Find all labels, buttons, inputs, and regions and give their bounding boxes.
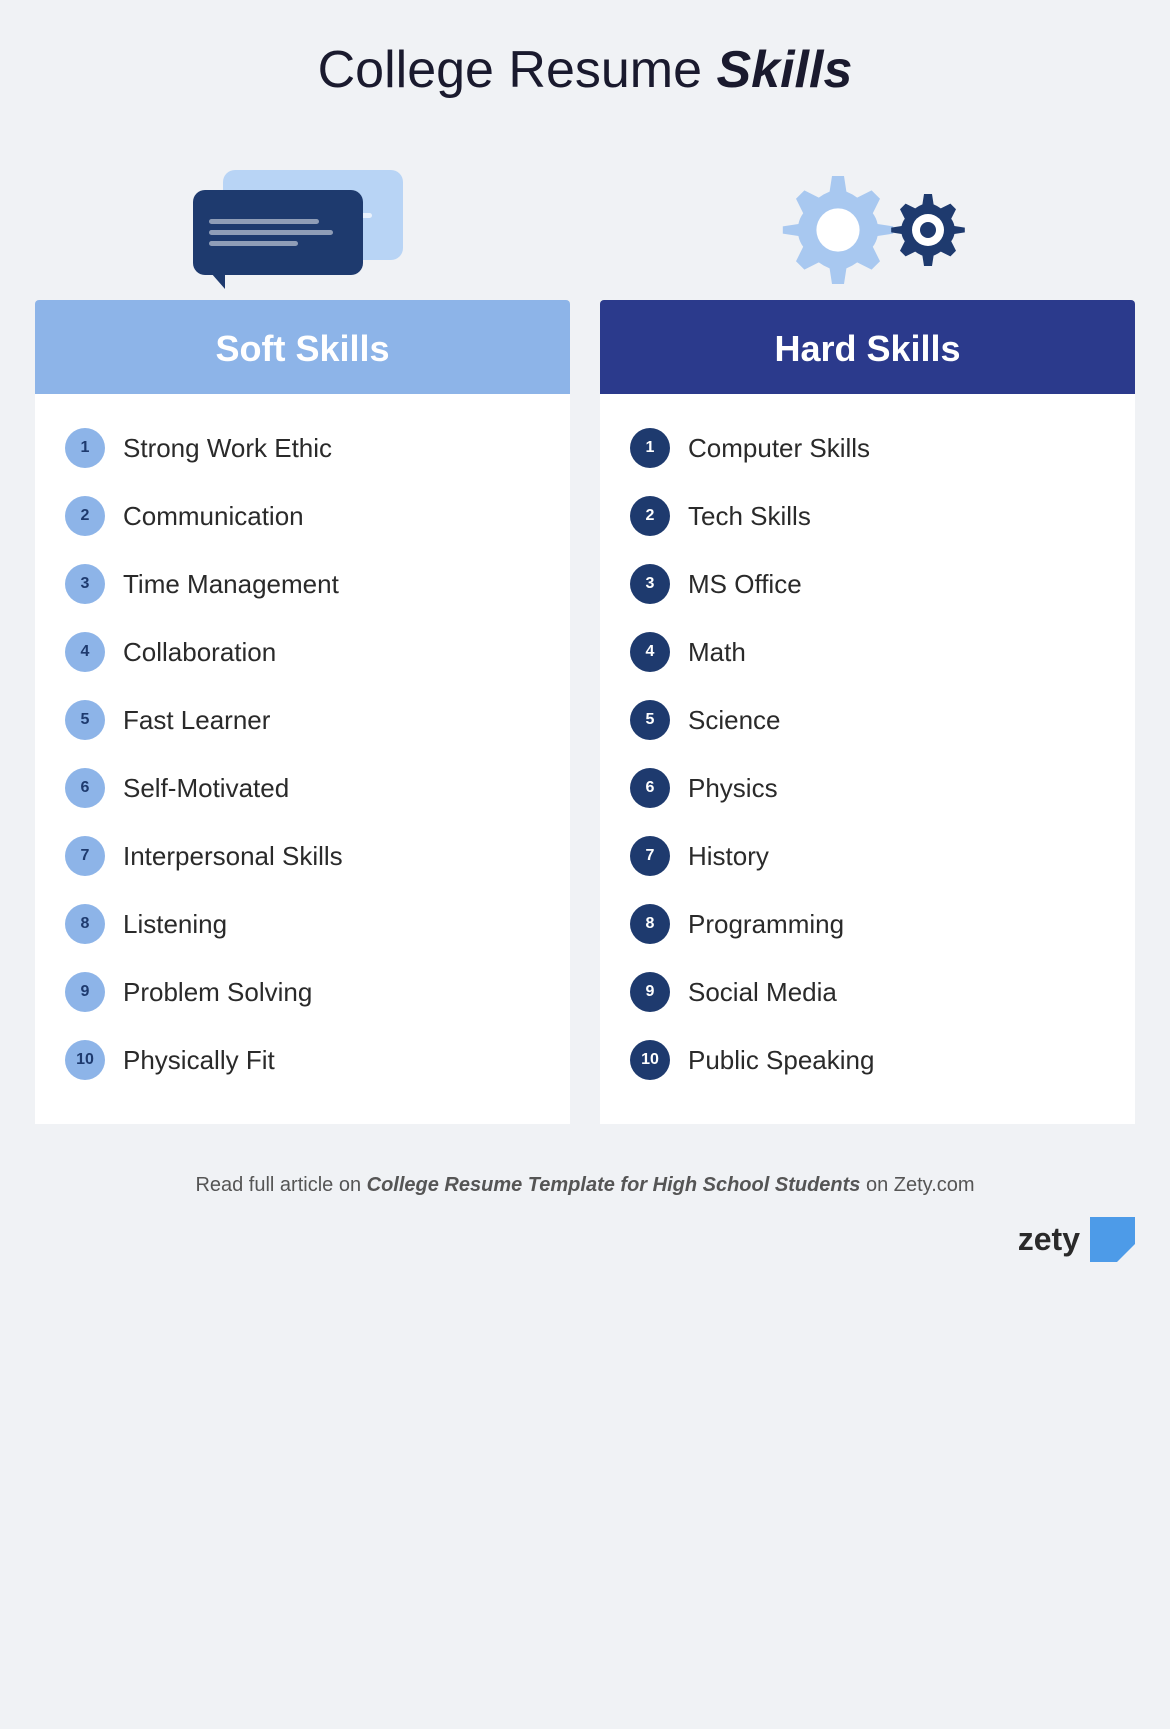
skill-label: History bbox=[688, 841, 769, 872]
gear-big-icon bbox=[778, 170, 898, 290]
zety-logo: zety bbox=[35, 1217, 1135, 1262]
badge-1: 1 bbox=[630, 428, 670, 468]
zety-logo-text: zety bbox=[1018, 1221, 1080, 1258]
skill-label: Communication bbox=[123, 501, 304, 532]
badge-3: 3 bbox=[630, 564, 670, 604]
badge-2: 2 bbox=[630, 496, 670, 536]
soft-skills-header: Soft Skills bbox=[35, 300, 570, 394]
soft-skills-column: Soft Skills 1 Strong Work Ethic 2 Commun… bbox=[35, 140, 570, 1124]
skill-label: Problem Solving bbox=[123, 977, 312, 1008]
skill-label: Computer Skills bbox=[688, 433, 870, 464]
skill-label: Programming bbox=[688, 909, 844, 940]
list-item: 4 Math bbox=[630, 618, 1105, 686]
list-item: 9 Problem Solving bbox=[65, 958, 540, 1026]
skill-label: MS Office bbox=[688, 569, 802, 600]
list-item: 10 Public Speaking bbox=[630, 1026, 1105, 1094]
badge-2: 2 bbox=[65, 496, 105, 536]
hard-skills-icon-area bbox=[600, 140, 1135, 300]
badge-5: 5 bbox=[630, 700, 670, 740]
list-item: 10 Physically Fit bbox=[65, 1026, 540, 1094]
list-item: 3 Time Management bbox=[65, 550, 540, 618]
list-item: 6 Self-Motivated bbox=[65, 754, 540, 822]
zety-logo-shape bbox=[1090, 1217, 1135, 1262]
badge-6: 6 bbox=[65, 768, 105, 808]
skill-label: Interpersonal Skills bbox=[123, 841, 343, 872]
footer-text: Read full article on College Resume Temp… bbox=[195, 1174, 974, 1197]
skill-label: Physically Fit bbox=[123, 1045, 275, 1076]
list-item: 5 Fast Learner bbox=[65, 686, 540, 754]
skill-label: Physics bbox=[688, 773, 778, 804]
badge-1: 1 bbox=[65, 428, 105, 468]
badge-4: 4 bbox=[630, 632, 670, 672]
badge-10: 10 bbox=[630, 1040, 670, 1080]
chat-bubbles-icon bbox=[193, 160, 413, 300]
hard-skills-header: Hard Skills bbox=[600, 300, 1135, 394]
skill-label: Tech Skills bbox=[688, 501, 811, 532]
skill-label: Social Media bbox=[688, 977, 837, 1008]
list-item: 7 History bbox=[630, 822, 1105, 890]
skill-label: Listening bbox=[123, 909, 227, 940]
list-item: 7 Interpersonal Skills bbox=[65, 822, 540, 890]
soft-skills-list: 1 Strong Work Ethic 2 Communication 3 Ti… bbox=[35, 394, 570, 1124]
list-item: 2 Communication bbox=[65, 482, 540, 550]
skill-label: Collaboration bbox=[123, 637, 276, 668]
badge-10: 10 bbox=[65, 1040, 105, 1080]
badge-8: 8 bbox=[630, 904, 670, 944]
badge-9: 9 bbox=[630, 972, 670, 1012]
badge-6: 6 bbox=[630, 768, 670, 808]
badge-3: 3 bbox=[65, 564, 105, 604]
skill-label: Math bbox=[688, 637, 746, 668]
skill-label: Time Management bbox=[123, 569, 339, 600]
gears-icon bbox=[758, 160, 978, 300]
list-item: 2 Tech Skills bbox=[630, 482, 1105, 550]
soft-skills-icon-area bbox=[35, 140, 570, 300]
bubble-front bbox=[193, 190, 363, 275]
badge-5: 5 bbox=[65, 700, 105, 740]
list-item: 9 Social Media bbox=[630, 958, 1105, 1026]
list-item: 6 Physics bbox=[630, 754, 1105, 822]
list-item: 8 Programming bbox=[630, 890, 1105, 958]
list-item: 8 Listening bbox=[65, 890, 540, 958]
hard-skills-list: 1 Computer Skills 2 Tech Skills 3 MS Off… bbox=[600, 394, 1135, 1124]
badge-7: 7 bbox=[65, 836, 105, 876]
badge-4: 4 bbox=[65, 632, 105, 672]
badge-9: 9 bbox=[65, 972, 105, 1012]
skill-label: Public Speaking bbox=[688, 1045, 874, 1076]
page-title: College Resume Skills bbox=[318, 40, 853, 100]
list-item: 1 Computer Skills bbox=[630, 414, 1105, 482]
list-item: 1 Strong Work Ethic bbox=[65, 414, 540, 482]
gear-small-icon bbox=[888, 190, 968, 270]
skill-label: Strong Work Ethic bbox=[123, 433, 332, 464]
hard-skills-column: Hard Skills 1 Computer Skills 2 Tech Ski… bbox=[600, 140, 1135, 1124]
list-item: 5 Science bbox=[630, 686, 1105, 754]
skill-label: Science bbox=[688, 705, 781, 736]
badge-8: 8 bbox=[65, 904, 105, 944]
list-item: 3 MS Office bbox=[630, 550, 1105, 618]
skill-label: Fast Learner bbox=[123, 705, 270, 736]
badge-7: 7 bbox=[630, 836, 670, 876]
list-item: 4 Collaboration bbox=[65, 618, 540, 686]
skill-label: Self-Motivated bbox=[123, 773, 289, 804]
columns-wrapper: Soft Skills 1 Strong Work Ethic 2 Commun… bbox=[35, 140, 1135, 1124]
